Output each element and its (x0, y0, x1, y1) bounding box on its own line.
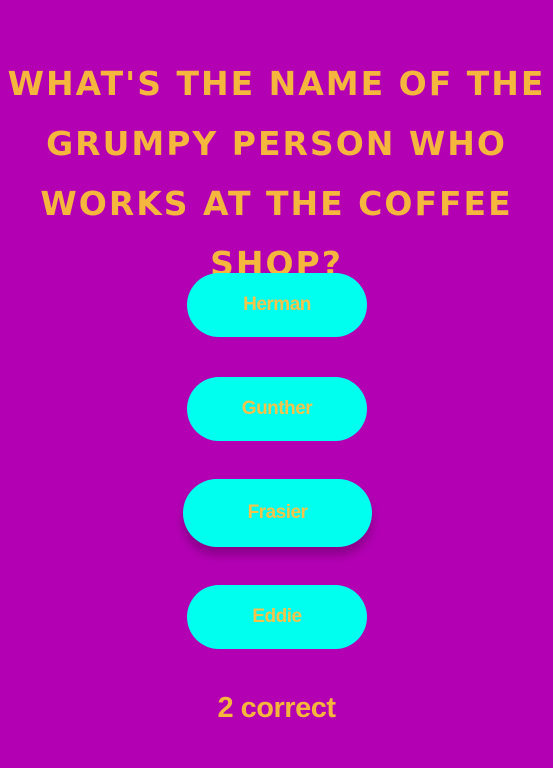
answer-button-frasier[interactable]: Frasier (183, 479, 372, 547)
score-text: 2 correct (217, 692, 336, 724)
answer-button-gunther[interactable]: Gunther (187, 377, 367, 441)
answer-button-eddie[interactable]: Eddie (187, 585, 367, 649)
answer-button-herman[interactable]: Herman (187, 273, 367, 337)
question-text: What's the name of the grumpy person who… (7, 64, 546, 283)
quiz-screen: What's the name of the grumpy person who… (0, 0, 553, 768)
